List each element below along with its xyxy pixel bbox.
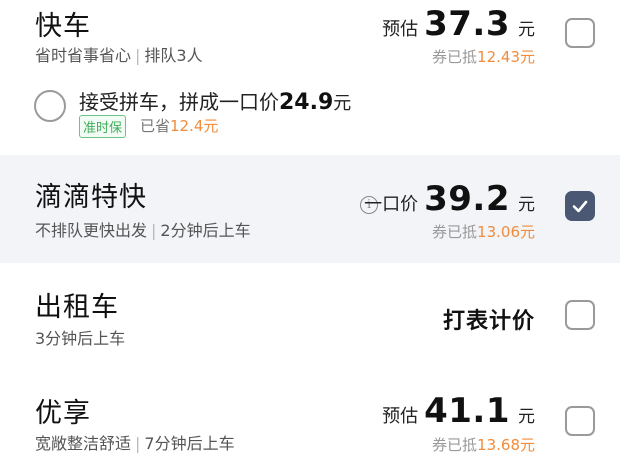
ride-option-express[interactable]: 快车 省时省事省心 | 排队3人 预估 37.3 元 券已抵12.43元 接受拼车，…: [0, 0, 620, 155]
price-estimate: 预估 41.1 元: [382, 391, 535, 431]
on-time-badge: 准时保: [79, 115, 127, 138]
fixed-price: 一口价 39.2 元: [364, 179, 535, 219]
carpool-offer[interactable]: 接受拼车，拼成一口价 24.9 元: [79, 86, 351, 115]
ride-name: 出租车: [35, 292, 119, 323]
carpool-radio[interactable]: [34, 90, 66, 122]
select-checkbox-didi-express-plus[interactable]: [565, 191, 595, 221]
ride-description: 宽敞整洁舒适 | 7分钟后上车: [35, 434, 235, 453]
checkmark-icon: [572, 200, 588, 213]
select-checkbox-express[interactable]: [565, 18, 595, 48]
ride-description: 不排队更快出发 | 2分钟后上车: [35, 221, 251, 240]
coupon-discount: 券已抵12.43元: [432, 48, 535, 66]
ride-description: 3分钟后上车: [35, 329, 126, 348]
ride-name: 优享: [35, 398, 91, 429]
select-checkbox-taxi[interactable]: [565, 300, 595, 330]
ride-name: 快车: [35, 11, 91, 42]
select-checkbox-premium[interactable]: [565, 406, 595, 436]
coupon-discount: 券已抵13.68元: [432, 436, 535, 454]
ride-name: 滴滴特快: [35, 182, 147, 213]
coupon-discount: 券已抵13.06元: [432, 223, 535, 241]
ride-option-premium[interactable]: 优享 宽敞整洁舒适 | 7分钟后上车 预估 41.1 元 券已抵13.68元: [0, 363, 620, 465]
ride-option-taxi[interactable]: 出租车 3分钟后上车 打表计价: [0, 263, 620, 363]
price-estimate: 预估 37.3 元: [382, 4, 535, 44]
carpool-saved: 已省12.4元: [140, 117, 219, 135]
ride-option-didi-express-plus[interactable]: 滴滴特快 不排队更快出发 | 2分钟后上车 i 一口价 39.2 元 券已抵13.0…: [0, 155, 620, 263]
ride-description: 省时省事省心 | 排队3人: [35, 46, 203, 65]
metered-fare: 打表计价: [442, 309, 535, 334]
